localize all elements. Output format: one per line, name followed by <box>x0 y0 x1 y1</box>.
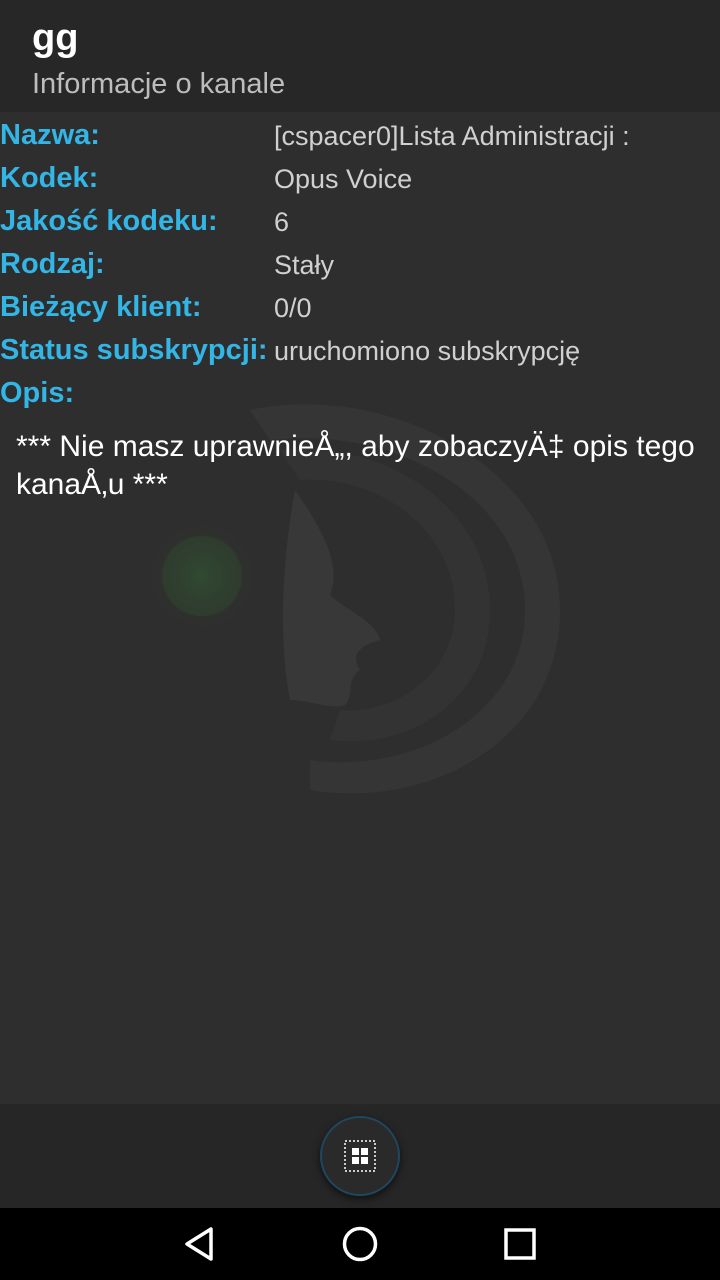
back-triangle-icon <box>185 1227 213 1261</box>
channel-info-screen: gg Informacje o kanale Nazwa: [cspacer0]… <box>0 0 720 1280</box>
info-value: Opus Voice <box>274 164 413 194</box>
channel-title: gg <box>32 17 79 59</box>
info-value: 6 <box>274 207 290 237</box>
channel-description: *** Nie masz uprawnieÅ„, aby zobaczyÄ‡ o… <box>16 430 695 501</box>
home-circle-icon <box>342 1226 378 1262</box>
info-label: Nazwa: <box>0 119 100 151</box>
info-row-codec: Kodek: Opus Voice <box>0 156 720 199</box>
info-row-current-clients: Bieżący klient: 0/0 <box>0 285 720 328</box>
nav-recents-button[interactable] <box>490 1220 550 1268</box>
info-row-type: Rodzaj: Stały <box>0 242 720 285</box>
nav-home-button[interactable] <box>330 1220 390 1268</box>
info-row-name: Nazwa: [cspacer0]Lista Administracji : <box>0 113 720 156</box>
menu-fab-button[interactable] <box>320 1116 400 1196</box>
screen-subtitle: Informacje o kanale <box>32 68 286 100</box>
info-value: Stały <box>274 250 335 280</box>
grid-menu-icon <box>344 1140 376 1172</box>
nav-back-button[interactable] <box>170 1220 230 1268</box>
info-value: uruchomiono subskrypcję <box>274 336 581 366</box>
info-row-subscription-status: Status subskrypcji: uruchomiono subskryp… <box>0 328 720 371</box>
info-label: Jakość kodeku: <box>0 205 218 237</box>
info-label: Opis: <box>0 377 75 409</box>
info-label: Rodzaj: <box>0 248 105 280</box>
info-row-description: Opis: <box>0 371 720 414</box>
info-row-codec-quality: Jakość kodeku: 6 <box>0 199 720 242</box>
info-value: 0/0 <box>274 293 312 323</box>
info-label: Kodek: <box>0 162 99 194</box>
system-navigation-bar <box>0 1208 720 1280</box>
info-label: Bieżący klient: <box>0 291 202 323</box>
recents-square-icon <box>504 1228 536 1260</box>
app-header: gg Informacje o kanale <box>0 0 720 112</box>
channel-info-list: Nazwa: [cspacer0]Lista Administracji : K… <box>0 113 720 414</box>
info-label: Status subskrypcji: <box>0 334 268 366</box>
info-value: [cspacer0]Lista Administracji : <box>274 121 630 151</box>
